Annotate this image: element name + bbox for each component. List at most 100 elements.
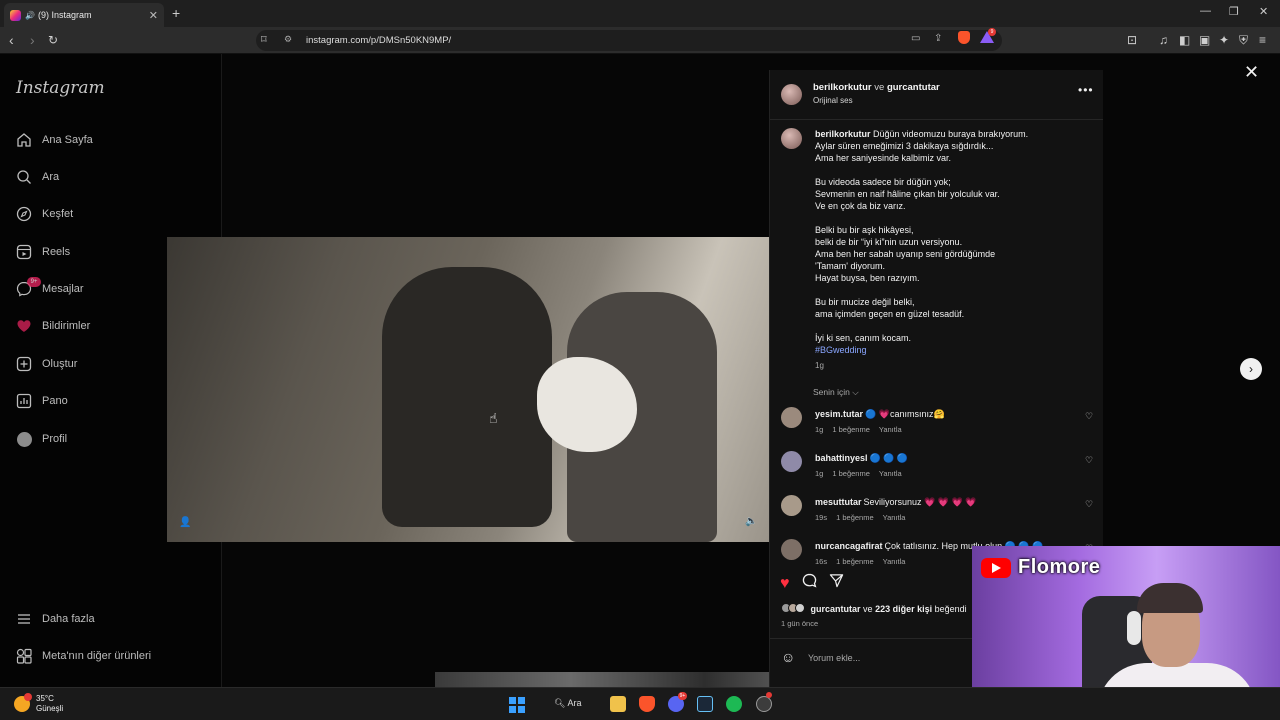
brave-shields-icon[interactable] xyxy=(958,31,970,44)
comment-likes[interactable]: 1 beğenme xyxy=(832,469,870,478)
sidebar-icon[interactable]: ◧ xyxy=(1179,33,1190,47)
like-comment-heart-icon[interactable]: ♡ xyxy=(1085,455,1093,466)
sidebar-item-label: Ana Sayfa xyxy=(42,134,93,146)
restore-icon[interactable]: ❐ xyxy=(1229,5,1239,18)
back-icon[interactable]: ‹ xyxy=(9,32,14,48)
audio-label[interactable]: Orijinal ses xyxy=(813,96,853,105)
comment-input[interactable]: Yorum ekle... xyxy=(808,653,860,663)
share-icon[interactable]: ⇪ xyxy=(934,33,942,44)
commenter-avatar[interactable] xyxy=(781,407,802,428)
close-window-icon[interactable]: ✕ xyxy=(1259,5,1268,18)
commenter-avatar[interactable] xyxy=(781,451,802,472)
brave-browser-icon[interactable] xyxy=(639,696,655,712)
post-video[interactable]: 👤 🔈 xyxy=(167,237,769,542)
spotify-icon[interactable] xyxy=(726,696,742,712)
menu-icon[interactable]: ≡ xyxy=(1259,33,1266,47)
sidebar-item-explore[interactable]: Keşfet xyxy=(16,206,73,222)
emoji-icon[interactable]: ☺ xyxy=(781,649,795,665)
search-icon xyxy=(16,169,32,185)
address-bar[interactable]: ⌑ ⚙ instagram.com/p/DMSn50KN9MP/ ▭ ⇪ xyxy=(256,30,1002,51)
sidebar-item-label: Mesajlar xyxy=(42,283,84,295)
commenter-username[interactable]: mesuttutar xyxy=(815,497,862,507)
caption-line: İyi ki sen, canım kocam. xyxy=(815,333,912,343)
comment-likes[interactable]: 1 beğenme xyxy=(836,513,874,522)
audio-toggle-icon[interactable]: 🔈 xyxy=(745,516,757,527)
sidebar-item-create[interactable]: Oluştur xyxy=(16,356,77,372)
comment-likes[interactable]: 1 beğenme xyxy=(832,425,870,434)
comment-filter-dropdown[interactable]: Senin için ⌵ xyxy=(813,387,859,398)
forward-icon[interactable]: › xyxy=(30,32,35,48)
like-heart-icon[interactable]: ♥ xyxy=(780,575,790,593)
liked-others[interactable]: 223 diğer kişi xyxy=(875,604,932,614)
vpn-icon[interactable]: ⛨ xyxy=(1239,33,1248,48)
instagram-favicon-icon xyxy=(10,9,21,21)
comment-time: 1g xyxy=(815,425,824,434)
author-avatar[interactable] xyxy=(781,84,802,105)
sidebar-item-messages[interactable]: Mesajlar xyxy=(16,281,84,297)
weather-widget[interactable]: 35°C Güneşli xyxy=(14,693,63,714)
reply-button[interactable]: Yanıtla xyxy=(883,513,906,522)
sidebar-item-more[interactable]: Daha fazla xyxy=(16,611,95,627)
tagged-user-icon[interactable]: 👤 xyxy=(179,517,191,528)
more-options-icon[interactable]: ••• xyxy=(1078,83,1094,97)
reply-button[interactable]: Yanıtla xyxy=(883,557,906,566)
comment-item: bahattinyesl 🔵 🔵 🔵 1g 1 beğenme Yanıtla ♡ xyxy=(770,451,1103,495)
obs-icon[interactable] xyxy=(756,696,772,712)
sidebar-item-dashboard[interactable]: Pano xyxy=(16,393,68,409)
leo-ai-icon[interactable]: ✦ xyxy=(1219,33,1229,47)
bookmark-icon[interactable]: ⌑ xyxy=(261,33,267,46)
file-explorer-icon[interactable] xyxy=(610,696,626,712)
instagram-logo[interactable]: Instagram xyxy=(16,78,105,98)
start-icon[interactable] xyxy=(509,697,525,713)
minimize-icon[interactable]: — xyxy=(1200,5,1211,17)
wallet-icon[interactable]: ▣ xyxy=(1199,33,1210,47)
site-settings-icon[interactable]: ⚙ xyxy=(284,34,292,45)
reply-button[interactable]: Yanıtla xyxy=(879,425,902,434)
like-comment-heart-icon[interactable]: ♡ xyxy=(1085,499,1093,510)
speaker-icon[interactable]: 🔊 xyxy=(25,11,35,20)
close-tab-icon[interactable]: ✕ xyxy=(149,9,158,22)
sidebar-item-reels[interactable]: Reels xyxy=(16,244,70,260)
share-send-icon[interactable] xyxy=(829,573,844,593)
media-icon[interactable]: ♫ xyxy=(1159,33,1168,47)
sidebar-item-profile[interactable]: Profil xyxy=(16,431,67,447)
liked-connector: ve xyxy=(863,604,873,614)
caption-author[interactable]: berilkorkutur xyxy=(815,129,871,139)
sidebar-item-home[interactable]: Ana Sayfa xyxy=(16,132,93,148)
screenshot-icon[interactable]: ⊡ xyxy=(1127,33,1137,47)
commenter-avatar[interactable] xyxy=(781,539,802,560)
caption-line: Ama ben her sabah uyanıp seni gördüğümde xyxy=(815,249,996,259)
sidebar-item-search[interactable]: Ara xyxy=(16,169,59,185)
windows-taskbar: 35°C Güneşli 🔍︎ Ara 9+ xyxy=(0,687,1280,720)
steam-icon[interactable] xyxy=(697,696,713,712)
channel-name: Flomore xyxy=(1018,556,1101,578)
commenter-avatar[interactable] xyxy=(781,495,802,516)
coauthor-link[interactable]: gurcantutar xyxy=(887,82,940,93)
commenter-username[interactable]: bahattinyesl xyxy=(815,453,868,463)
comment-text: Seviliyorsunuz 💗 💗 💗 💗 xyxy=(863,497,977,507)
cast-icon[interactable]: ▭ xyxy=(911,33,920,44)
tab-title: (9) Instagram xyxy=(37,10,92,20)
commenter-username[interactable]: yesim.tutar xyxy=(815,409,863,419)
comment-likes[interactable]: 1 beğenme xyxy=(836,557,874,566)
reply-button[interactable]: Yanıtla xyxy=(879,469,902,478)
liked-by-user[interactable]: gurcantutar xyxy=(811,604,861,614)
sidebar-item-meta[interactable]: Meta'nın diğer ürünleri xyxy=(16,648,151,664)
taskbar-search[interactable]: 🔍︎ Ara xyxy=(554,698,581,709)
sidebar-item-notifications[interactable]: Bildirimler xyxy=(16,318,90,334)
commenter-username[interactable]: nurcancagafirat xyxy=(815,541,883,551)
reload-icon[interactable]: ↻ xyxy=(48,33,58,47)
close-modal-icon[interactable]: ✕ xyxy=(1244,62,1259,83)
comment-icon[interactable] xyxy=(802,573,817,593)
browser-tab-instagram[interactable]: 🔊 (9) Instagram ✕ xyxy=(4,3,164,27)
liked-by-summary[interactable]: gurcantutar ve 223 diğer kişi beğendi xyxy=(781,603,967,614)
new-tab-button[interactable]: + xyxy=(172,5,180,21)
author-link[interactable]: berilkorkutur xyxy=(813,82,872,93)
liked-suffix: beğendi xyxy=(934,604,967,614)
rewards-badge: 9 xyxy=(988,28,996,36)
caption-author-avatar[interactable] xyxy=(781,128,802,149)
hashtag-link[interactable]: #BGwedding xyxy=(815,344,1095,356)
caption-line: Bu bir mucize değil belki, xyxy=(815,297,915,307)
next-post-button[interactable]: › xyxy=(1240,358,1262,380)
like-comment-heart-icon[interactable]: ♡ xyxy=(1085,411,1093,422)
